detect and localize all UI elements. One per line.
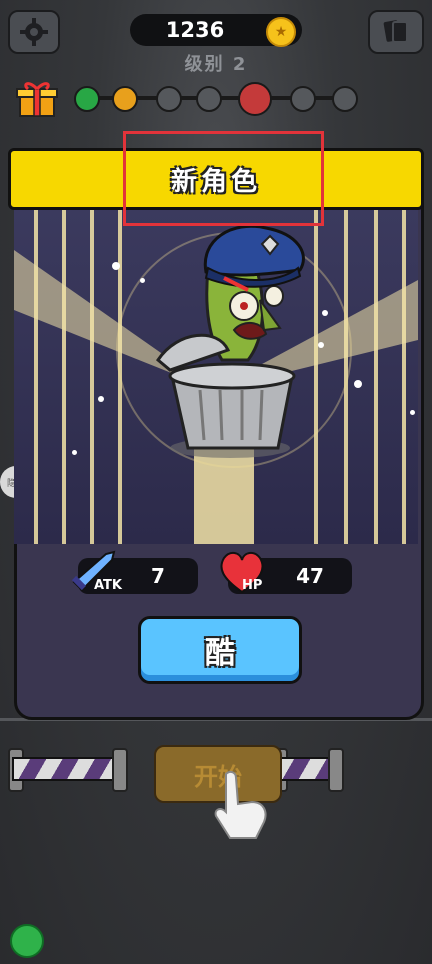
cards-button[interactable] (368, 10, 424, 54)
boss-stage-icon (238, 82, 272, 116)
cards-icon (383, 20, 408, 43)
coin-counter: 1236 ★ (130, 14, 302, 47)
coin-count: 1236 (165, 18, 225, 42)
barrier-post (328, 748, 344, 792)
zombie-cop-character-icon (156, 224, 305, 458)
barrier-post (112, 748, 128, 792)
stage-dot (74, 86, 100, 112)
stage-dot (332, 86, 358, 112)
stage-dot (196, 86, 222, 112)
coin-icon: ★ (266, 17, 296, 47)
atk-value: 7 (151, 564, 165, 588)
stage-dot-current (112, 86, 138, 112)
stage-dot (290, 86, 316, 112)
settings-button[interactable] (8, 10, 60, 54)
stage-dot (156, 86, 182, 112)
hp-label: HP (242, 578, 263, 593)
gift-box-icon[interactable] (14, 80, 60, 118)
road-barrier (12, 757, 116, 781)
annotation-highlight-box (123, 131, 324, 226)
corner-action-button[interactable] (10, 924, 44, 958)
level-label: 级别 2 (184, 54, 248, 75)
hp-value: 47 (296, 564, 324, 588)
character-showcase (14, 210, 418, 544)
atk-label: ATK (94, 578, 122, 593)
stage-progress (70, 82, 362, 116)
new-character-modal: 新角色 7 ATK 47 HP 酷 (8, 148, 424, 720)
cool-button-label: 酷 (205, 636, 235, 671)
character-stats: 7 ATK 47 HP (14, 544, 418, 604)
cool-confirm-button[interactable]: 酷 (138, 616, 302, 684)
gear-icon (20, 18, 48, 46)
tutorial-hand-icon (214, 770, 267, 839)
